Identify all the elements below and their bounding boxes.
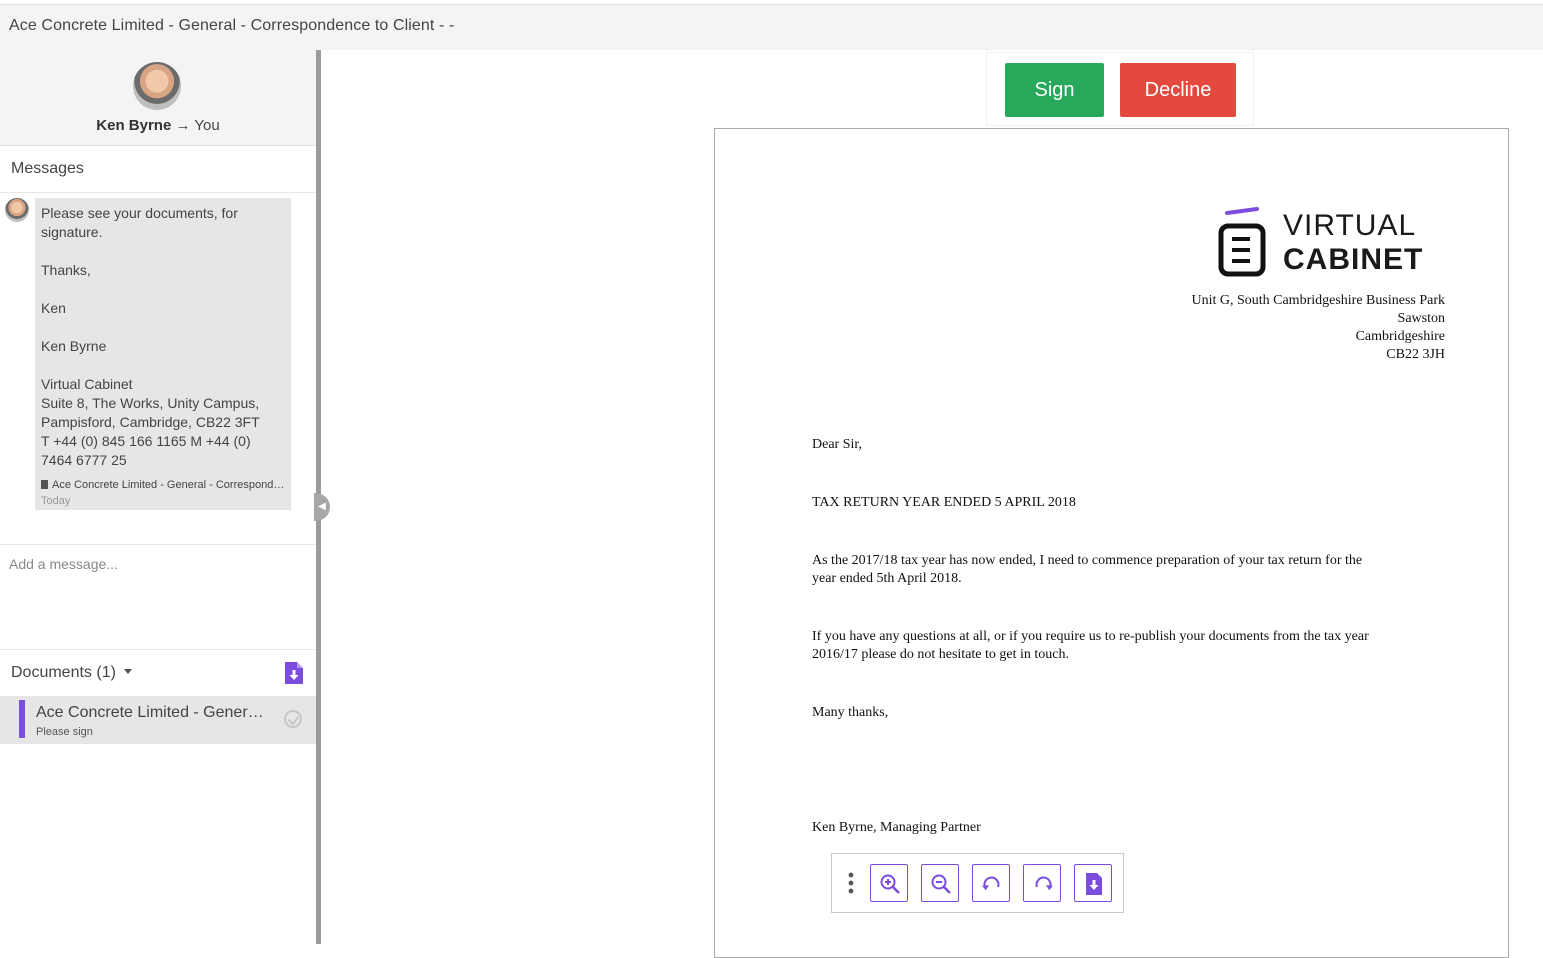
- zoom-in-icon: [880, 874, 900, 894]
- address-line: Sawston: [1397, 311, 1445, 326]
- zoom-out-icon: [931, 874, 951, 894]
- logo-line-2: CABINET: [1283, 243, 1424, 276]
- recipient-name: You: [194, 117, 220, 134]
- signing-actions: Sign Decline: [986, 52, 1254, 126]
- pdf-toolbar: [831, 853, 1124, 913]
- signature-line: Ken Byrne, Managing Partner: [812, 820, 981, 835]
- document-status: Please sign: [36, 726, 93, 738]
- title-bar: Ace Concrete Limited - General - Corresp…: [0, 4, 1543, 50]
- divider: [0, 192, 316, 193]
- message-input[interactable]: [9, 556, 305, 572]
- avatar: [133, 62, 181, 110]
- download-icon: [1086, 873, 1102, 895]
- paragraph-1: As the 2017/18 tax year has now ended, I…: [812, 552, 1362, 588]
- message-line: T +44 (0) 845 166 1165 M +44 (0) 7464 67…: [41, 433, 251, 468]
- message-line: Virtual Cabinet: [41, 376, 133, 392]
- divider: [0, 649, 316, 650]
- logo-wordmark: VIRTUAL CABINET: [1283, 209, 1423, 277]
- sign-button[interactable]: Sign: [1005, 63, 1104, 117]
- check-circle-icon: [284, 710, 302, 728]
- rotate-right-button[interactable]: [1023, 864, 1061, 902]
- documents-dropdown[interactable]: Documents (1): [11, 664, 132, 682]
- file-icon: [41, 480, 48, 489]
- closing: Many thanks,: [812, 705, 889, 720]
- participants: Ken Byrne → You: [0, 117, 316, 134]
- message-line: Ken: [41, 300, 66, 316]
- sender-address: Unit G, South Cambridgeshire Business Pa…: [1191, 292, 1445, 364]
- zoom-out-button[interactable]: [921, 864, 959, 902]
- sidebar: Ken Byrne → You Messages Please see your…: [0, 50, 316, 944]
- selected-indicator: [19, 700, 25, 738]
- document-page: VIRTUAL CABINET Unit G, South Cambridges…: [714, 128, 1509, 958]
- message-line: Ken Byrne: [41, 338, 107, 354]
- more-vertical-icon[interactable]: [848, 872, 854, 894]
- rotate-left-button[interactable]: [972, 864, 1010, 902]
- message-attachment-link[interactable]: Ace Concrete Limited - General - Corresp…: [41, 476, 287, 495]
- address-line: Cambridgeshire: [1355, 329, 1445, 344]
- sender-name: Ken Byrne: [96, 117, 172, 134]
- paragraph-line: As the 2017/18 tax year has now ended, I…: [812, 553, 1363, 568]
- paragraph-line: 2016/17 please do not hesitate to get in…: [812, 647, 1070, 662]
- attachment-name: Ace Concrete Limited - General - Corresp…: [52, 479, 287, 491]
- message-timestamp: Today: [41, 495, 71, 507]
- message-avatar: [5, 198, 29, 222]
- messages-heading: Messages: [11, 160, 84, 177]
- logo-line-1: VIRTUAL: [1283, 209, 1417, 242]
- paragraph-line: year ended 5th April 2018.: [812, 571, 962, 586]
- paragraph-line: If you have any questions at all, or if …: [812, 629, 1369, 644]
- conversation-header: Ken Byrne → You: [0, 50, 316, 146]
- paragraph-2: If you have any questions at all, or if …: [812, 628, 1369, 664]
- download-button[interactable]: [1074, 864, 1112, 902]
- arrow-icon: →: [175, 117, 191, 134]
- subject-line: TAX RETURN YEAR ENDED 5 APRIL 2018: [812, 495, 1076, 510]
- message-line: Please see your documents, for signature…: [41, 205, 238, 240]
- decline-button[interactable]: Decline: [1120, 63, 1236, 117]
- message-line: Suite 8, The Works, Unity Campus, Pampis…: [41, 395, 260, 430]
- message-bubble: Please see your documents, for signature…: [35, 198, 291, 510]
- window-title: Ace Concrete Limited - General - Corresp…: [9, 17, 455, 34]
- zoom-in-button[interactable]: [870, 864, 908, 902]
- download-document-icon[interactable]: [285, 662, 303, 684]
- address-line: CB22 3JH: [1386, 347, 1445, 362]
- divider: [0, 544, 316, 545]
- rotate-left-icon: [982, 876, 1000, 890]
- salutation: Dear Sir,: [812, 437, 862, 452]
- documents-heading: Documents (1): [11, 664, 116, 681]
- message-line: Thanks,: [41, 262, 91, 278]
- address-line: Unit G, South Cambridgeshire Business Pa…: [1191, 293, 1445, 308]
- document-list-item[interactable]: Ace Concrete Limited - General - Corresp…: [0, 696, 316, 744]
- collapse-panel-icon[interactable]: ◀: [314, 493, 330, 521]
- document-name: Ace Concrete Limited - General - Corresp…: [36, 704, 266, 721]
- rotate-right-icon: [1035, 876, 1053, 890]
- caret-down-icon: [123, 669, 132, 674]
